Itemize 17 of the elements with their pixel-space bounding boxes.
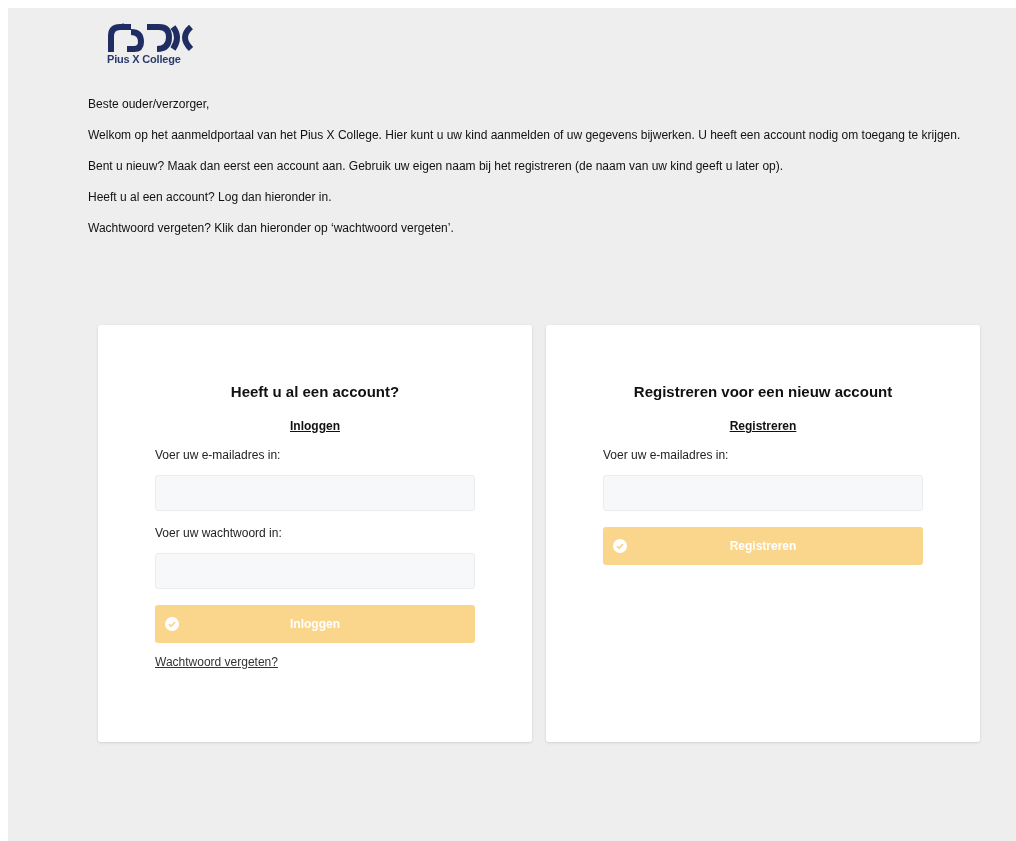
- field-label: Voer uw e-mailadres in:: [603, 448, 730, 462]
- intro-paragraph: Bent u nieuw? Maak dan eerst een account aan. Gebruik uw eigen naam bij het registreren (de naam van uw kind geeft u later op).: [88, 158, 785, 175]
- logo-mark-icon: [107, 22, 195, 52]
- check-icon: [165, 617, 179, 631]
- card-title: Heeft u al een account?: [229, 383, 401, 400]
- card-link[interactable]: Inloggen: [290, 419, 340, 433]
- logo-text: Pius X College: [107, 53, 181, 65]
- check-icon: [613, 539, 627, 553]
- field-label: Voer uw e-mailadres in:: [155, 448, 282, 462]
- intro-paragraph: Heeft u al een account? Log dan hieronder in.: [88, 189, 333, 206]
- intro-paragraph: Welkom op het aanmeldportaal van het Pius X College. Hier kunt u uw kind aanmelden of uw gegevens bijwerken. U heeft een account nodig om toegang te krijgen.: [88, 127, 962, 144]
- card-link[interactable]: Registreren: [729, 419, 797, 433]
- forgot-password-link[interactable]: Wachtwoord vergeten?: [155, 655, 278, 669]
- field-label: Voer uw wachtwoord in:: [155, 526, 283, 540]
- intro-paragraph: Beste ouder/verzorger,: [88, 96, 211, 113]
- card-title: Registreren voor een nieuw account: [632, 383, 894, 400]
- intro-paragraph: Wachtwoord vergeten? Klik dan hieronder op ‘wachtwoord vergeten’.: [88, 220, 455, 237]
